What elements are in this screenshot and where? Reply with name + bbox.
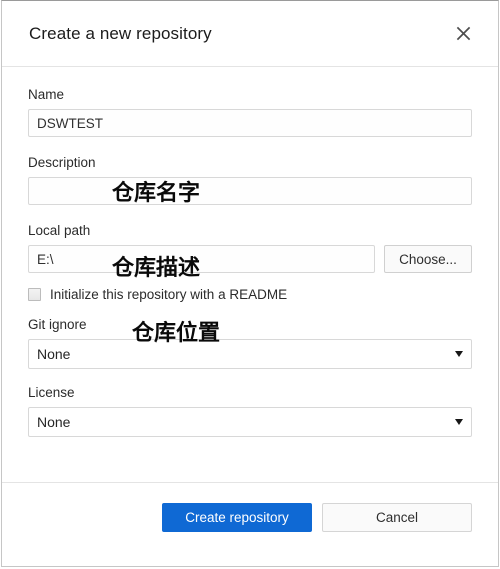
cancel-button[interactable]: Cancel [322, 503, 472, 532]
field-license: License None [28, 385, 472, 437]
dialog-header: Create a new repository [2, 1, 498, 67]
name-label: Name [28, 87, 65, 102]
field-local-path: Local path Choose... [28, 223, 472, 273]
local-path-input[interactable] [28, 245, 375, 273]
field-name: Name [28, 87, 472, 137]
gitignore-select-wrap: None [28, 339, 472, 369]
choose-button[interactable]: Choose... [384, 245, 472, 273]
readme-checkbox-row[interactable]: Initialize this repository with a README [28, 287, 472, 302]
license-select-wrap: None [28, 407, 472, 437]
name-input[interactable] [28, 109, 472, 137]
local-path-label: Local path [28, 223, 91, 238]
description-label: Description [28, 155, 96, 170]
gitignore-select[interactable]: None [28, 339, 472, 369]
create-repository-dialog: Create a new repository Name Description… [1, 0, 499, 567]
close-icon[interactable] [450, 21, 476, 47]
local-path-row: Choose... [28, 245, 472, 273]
license-select[interactable]: None [28, 407, 472, 437]
dialog-footer: Create repository Cancel [2, 482, 498, 566]
create-repository-button[interactable]: Create repository [162, 503, 312, 532]
license-label: License [28, 385, 75, 400]
readme-checkbox-label: Initialize this repository with a README [50, 287, 288, 302]
readme-checkbox[interactable] [28, 288, 41, 301]
gitignore-label: Git ignore [28, 317, 87, 332]
field-description: Description [28, 155, 472, 205]
dialog-body: Name Description Local path Choose... In… [2, 67, 498, 482]
field-gitignore: Git ignore None [28, 317, 472, 369]
description-input[interactable] [28, 177, 472, 205]
dialog-title: Create a new repository [29, 23, 212, 43]
